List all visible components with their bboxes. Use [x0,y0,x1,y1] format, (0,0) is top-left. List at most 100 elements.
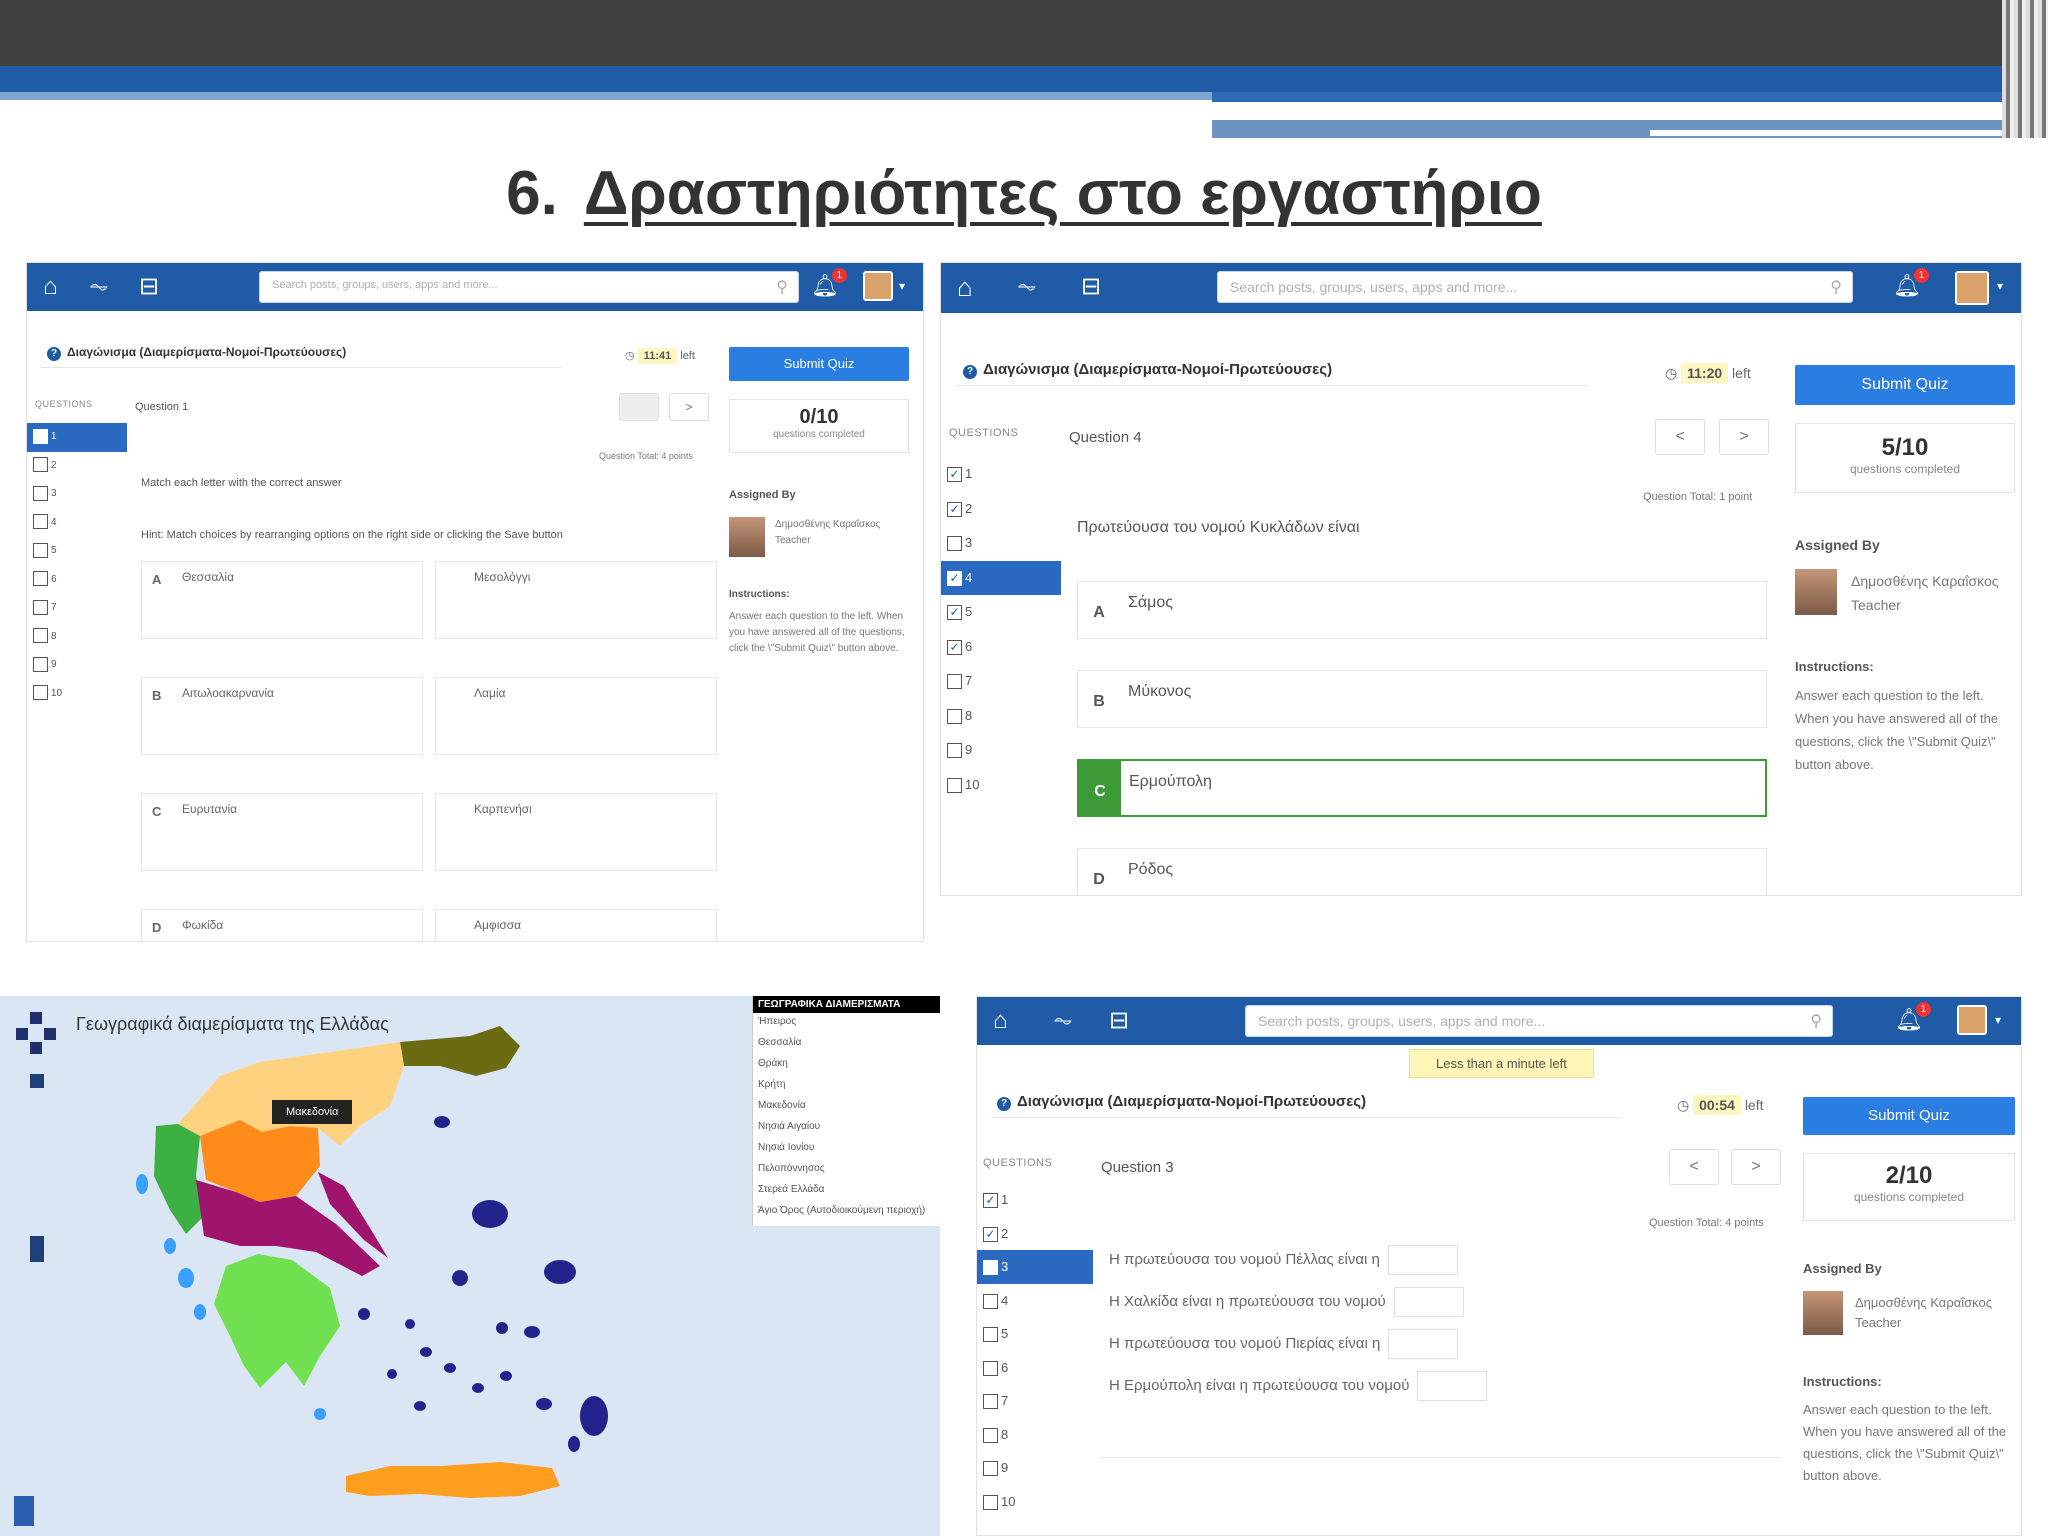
checkbox[interactable]: ✓ [947,467,962,483]
fill-in-input[interactable] [1387,1245,1458,1275]
greece-map[interactable] [0,996,752,1536]
avatar[interactable] [863,271,893,301]
fill-in-input[interactable] [1417,1371,1488,1401]
activity-icon[interactable]: ⏦ [1017,273,1037,301]
prev-button[interactable] [619,393,659,421]
answer-option[interactable]: D Ρόδος [1077,848,1767,895]
question-list-item[interactable]: 8 [977,1418,1093,1452]
checkbox[interactable] [947,777,962,793]
question-list-item[interactable]: ✓ 5 [941,595,1061,630]
checkbox[interactable]: ✓ [947,501,962,517]
question-list-item[interactable]: 7 [941,664,1061,699]
match-right-item[interactable]: Αμφισσα [435,909,717,941]
question-list-item[interactable]: ✓ 1 [941,457,1061,492]
prev-button[interactable]: < [1669,1149,1719,1185]
checkbox[interactable] [983,1293,998,1309]
match-right-item[interactable]: Μεσολόγγι [435,561,717,639]
checkbox[interactable] [33,685,48,701]
search-input[interactable]: Search posts, groups, users, apps and mo… [259,271,799,303]
answer-option[interactable]: A Σάμος [1077,581,1767,639]
match-right-item[interactable]: Καρπενήσι [435,793,717,871]
legend-item[interactable]: Θεσσαλία [753,1034,940,1055]
question-list-item[interactable]: 10 [977,1485,1093,1519]
inbox-icon[interactable]: ⊟ [139,273,159,301]
submit-quiz-button[interactable]: Submit Quiz [729,347,909,381]
checkbox[interactable]: ✓ [983,1226,998,1242]
checkbox[interactable] [983,1461,998,1477]
chevron-down-icon[interactable]: ▾ [1995,1013,2001,1027]
chevron-down-icon[interactable]: ▾ [899,279,905,293]
checkbox[interactable] [33,542,48,558]
checkbox[interactable] [33,571,48,587]
checkbox[interactable] [947,708,962,724]
checkbox[interactable]: ✓ [947,605,962,621]
region-peloponnese[interactable] [214,1254,340,1388]
fill-in-input[interactable] [1393,1287,1464,1317]
question-list-item[interactable]: 9 [977,1451,1093,1485]
checkbox[interactable]: ✓ [947,570,962,586]
activity-icon[interactable]: ⏦ [1053,1007,1073,1035]
question-list-item[interactable]: 9 [941,733,1061,768]
bell-icon[interactable]: 🔔︎ 1 [1893,268,1929,299]
checkbox[interactable] [33,628,48,644]
checkbox[interactable] [983,1327,998,1343]
checkbox[interactable] [33,599,48,615]
checkbox[interactable] [33,457,48,473]
question-list-item[interactable]: 4 [27,509,127,538]
activity-icon[interactable]: ⏦ [89,273,109,301]
inbox-icon[interactable]: ⊟ [1109,1007,1129,1035]
checkbox[interactable] [983,1427,998,1443]
question-list-item[interactable]: 10 [941,768,1061,803]
checkbox[interactable]: ✓ [983,1193,998,1209]
inbox-icon[interactable]: ⊟ [1081,273,1101,301]
region-aegean-islands[interactable] [358,1116,608,1452]
checkbox[interactable] [983,1394,998,1410]
answer-option[interactable]: B Μύκονος [1077,670,1767,728]
question-list-item[interactable]: ✓ 1 [977,1183,1093,1217]
chevron-down-icon[interactable]: ▾ [1997,279,2003,293]
avatar[interactable] [1957,1005,1987,1035]
match-right-item[interactable]: Λαμία [435,677,717,755]
submit-quiz-button[interactable]: Submit Quiz [1803,1097,2015,1135]
home-icon[interactable]: ⌂ [993,1007,1008,1035]
question-list-item[interactable]: 5 [977,1317,1093,1351]
next-button[interactable]: > [1731,1149,1781,1185]
search-icon[interactable]: ⚲ [776,277,788,297]
question-list-item[interactable]: 1 [27,423,127,452]
question-list-item[interactable]: 3 [27,480,127,509]
submit-quiz-button[interactable]: Submit Quiz [1795,365,2015,405]
bell-icon[interactable]: 🔔︎ 1 [811,268,847,299]
region-epirus[interactable] [154,1124,204,1234]
legend-item[interactable]: Πελοπόννησος [753,1160,940,1181]
question-list-item[interactable]: ✓ 2 [977,1217,1093,1251]
question-list-item[interactable]: 7 [27,594,127,623]
avatar[interactable] [1955,271,1989,305]
search-input[interactable]: Search posts, groups, users, apps and mo… [1217,271,1853,303]
question-list-item[interactable]: 6 [977,1351,1093,1385]
question-list-item[interactable]: 3 [977,1250,1093,1284]
prev-button[interactable]: < [1655,419,1705,455]
question-list-item[interactable]: ✓ 2 [941,492,1061,527]
question-list-item[interactable]: 4 [977,1284,1093,1318]
question-list-item[interactable]: 8 [27,623,127,652]
next-button[interactable]: > [1719,419,1769,455]
checkbox[interactable] [947,536,962,552]
region-thrace[interactable] [400,1026,520,1076]
legend-item[interactable]: Θράκη [753,1055,940,1076]
legend-item[interactable]: Μακεδονία [753,1097,940,1118]
search-icon[interactable]: ⚲ [1810,1011,1822,1031]
search-icon[interactable]: ⚲ [1830,277,1842,297]
checkbox[interactable] [983,1360,998,1376]
question-list-item[interactable]: 9 [27,651,127,680]
fill-in-input[interactable] [1388,1329,1459,1359]
checkbox[interactable] [33,656,48,672]
checkbox[interactable] [33,428,48,444]
checkbox[interactable]: ✓ [947,639,962,655]
home-icon[interactable]: ⌂ [43,273,58,301]
checkbox[interactable] [33,485,48,501]
question-list-item[interactable]: 6 [27,566,127,595]
next-button[interactable]: > [669,393,709,421]
home-icon[interactable]: ⌂ [957,273,973,301]
bell-icon[interactable]: 🔔︎ 1 [1895,1002,1931,1033]
question-list-item[interactable]: 7 [977,1384,1093,1418]
